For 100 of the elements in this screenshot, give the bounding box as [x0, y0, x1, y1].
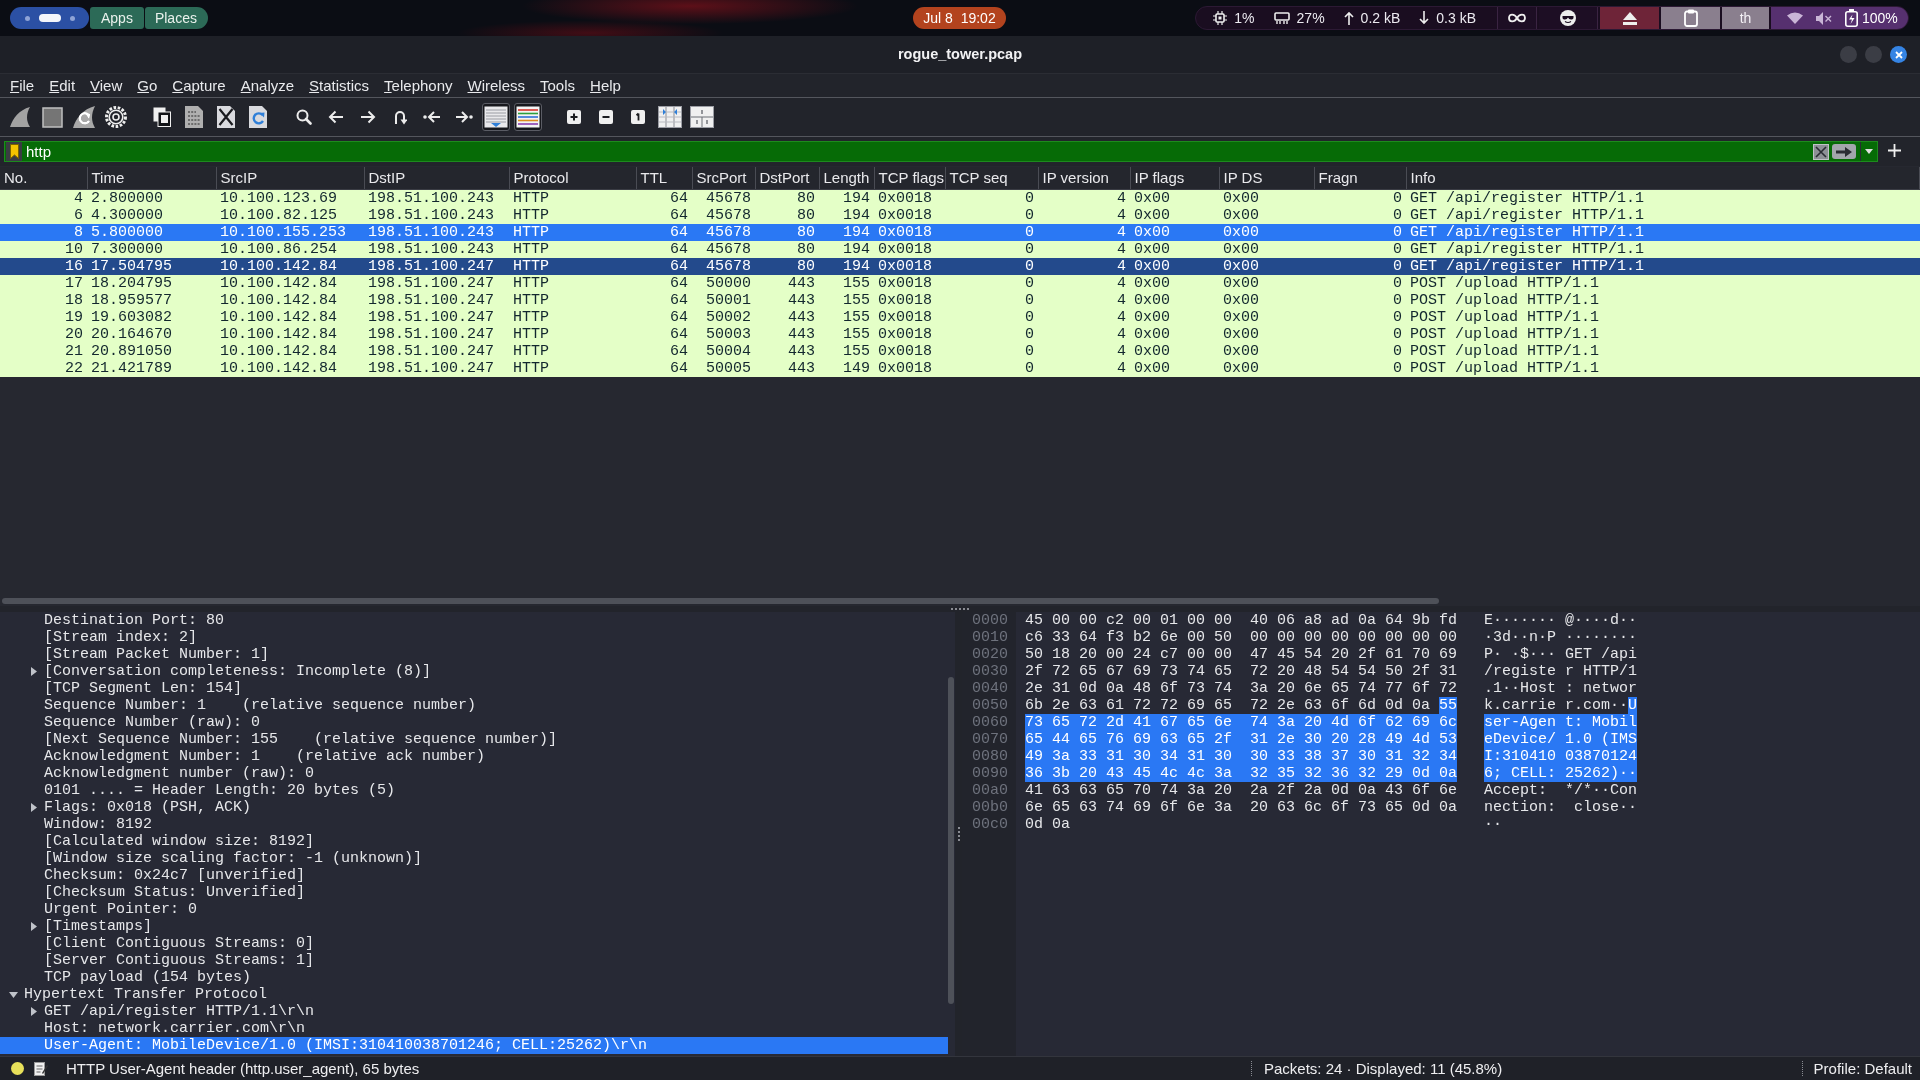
hex-offset: 0010 — [972, 629, 1008, 646]
close-icon — [1894, 50, 1903, 59]
tree-item[interactable]: Urgent Pointer: 0 — [0, 901, 948, 918]
tray-button[interactable] — [1600, 7, 1659, 29]
toolbar-button[interactable] — [688, 103, 716, 131]
tree-item[interactable]: Host: network.carrier.com\r\n — [0, 1020, 948, 1037]
notepad-pencil-icon[interactable] — [34, 1061, 48, 1076]
toolbar-button[interactable] — [482, 103, 510, 131]
tree-item[interactable]: [Checksum Status: Unverified] — [0, 884, 948, 901]
dotted-file-icon — [184, 105, 204, 129]
tree-item[interactable]: [Window size scaling factor: -1 (unknown)] — [0, 850, 948, 867]
clipboard-icon — [1683, 9, 1698, 27]
column-header[interactable]: TTL — [636, 167, 692, 189]
profile-label[interactable]: Profile: Default — [1813, 1059, 1912, 1078]
menu-item[interactable]: Statistics — [302, 74, 377, 97]
packet-count: Packets: 24 · Displayed: 11 (45.8%) — [1264, 1059, 1503, 1078]
menu-item[interactable]: Tools — [533, 74, 583, 97]
column-header[interactable]: Fragn — [1314, 167, 1406, 189]
column-header[interactable]: Protocol — [509, 167, 636, 189]
column-header[interactable]: Info — [1406, 167, 1920, 189]
tray-button[interactable] — [1497, 7, 1537, 29]
tree-item[interactable]: [Next Sequence Number: 155 (relative sequence number)] — [0, 731, 948, 748]
launcher-button[interactable]: Apps — [90, 7, 144, 29]
column-header[interactable]: SrcPort — [692, 167, 755, 189]
search-icon — [296, 109, 312, 125]
hex-bytes: 50 18 20 00 24 c7 00 00 47 45 54 20 2f 61 70 69 — [1025, 646, 1458, 663]
column-header[interactable]: DstPort — [755, 167, 819, 189]
workspace-indicator[interactable] — [24, 15, 30, 21]
tree-item[interactable]: 0101 .... = Header Length: 20 bytes (5) — [0, 782, 948, 799]
caret-down-icon[interactable] — [9, 991, 18, 998]
add-filter-button[interactable] — [1888, 144, 1901, 157]
workspace-indicator[interactable] — [38, 14, 61, 22]
tree-item[interactable]: [Stream Packet Number: 1] — [0, 646, 948, 663]
system-menu-button[interactable]: 100% — [1771, 7, 1908, 29]
menu-item[interactable]: File — [3, 74, 42, 97]
column-header[interactable]: No. — [0, 167, 87, 189]
tree-item[interactable]: Sequence Number: 1 (relative sequence number) — [0, 697, 948, 714]
monitor-value: 1% — [1234, 9, 1255, 27]
menu-item[interactable]: Capture — [165, 74, 233, 97]
tree-item[interactable]: Destination Port: 80 — [0, 612, 948, 629]
clock[interactable]: Jul 8 19:02 — [913, 7, 1006, 29]
apply-filter-button[interactable] — [1832, 144, 1856, 159]
close-button[interactable] — [1890, 46, 1907, 63]
tree-item[interactable]: [TCP Segment Len: 154] — [0, 680, 948, 697]
toolbar-button[interactable] — [102, 103, 130, 131]
tree-item[interactable]: [Client Contiguous Streams: 0] — [0, 935, 948, 952]
tree-item[interactable]: Flags: 0x018 (PSH, ACK) — [0, 799, 948, 816]
tree-item[interactable]: Hypertext Transfer Protocol — [0, 986, 948, 1003]
tree-item[interactable]: User-Agent: MobileDevice/1.0 (IMSI:310410038701246; CELL:25262)\r\n — [0, 1037, 948, 1054]
column-header[interactable]: IP DS — [1219, 167, 1314, 189]
x-box-icon — [1813, 143, 1829, 160]
window-title: rogue_tower.pcap — [897, 45, 1023, 64]
column-header[interactable]: IP version — [1038, 167, 1130, 189]
menu-item[interactable]: Telephony — [377, 74, 460, 97]
column-resize-icon — [658, 106, 682, 128]
tree-item[interactable]: Acknowledgment number (raw): 0 — [0, 765, 948, 782]
tree-item[interactable]: [Stream index: 2] — [0, 629, 948, 646]
menu-item[interactable]: Go — [130, 74, 165, 97]
menu-item[interactable]: View — [83, 74, 130, 97]
column-header[interactable]: DstIP — [364, 167, 509, 189]
toolbar-button[interactable] — [656, 103, 684, 131]
tree-item[interactable]: GET /api/register HTTP/1.1\r\n — [0, 1003, 948, 1020]
status-dot-icon[interactable] — [11, 1062, 24, 1075]
tree-item[interactable]: Acknowledgment Number: 1 (relative ack number) — [0, 748, 948, 765]
tree-item[interactable]: [Server Contiguous Streams: 1] — [0, 952, 948, 969]
tree-item[interactable]: TCP payload (154 bytes) — [0, 969, 948, 986]
caret-right-icon[interactable] — [31, 1007, 37, 1016]
workspace-switcher[interactable] — [10, 7, 89, 29]
workspace-indicator[interactable] — [69, 15, 75, 21]
menu-item[interactable]: Analyze — [233, 74, 302, 97]
grid-layout-icon — [690, 106, 714, 128]
caret-right-icon[interactable] — [31, 922, 37, 931]
tree-item[interactable]: [Calculated window size: 8192] — [0, 833, 948, 850]
column-header[interactable]: TCP seq — [945, 167, 1038, 189]
tree-item[interactable]: Window: 8192 — [0, 816, 948, 833]
column-header[interactable]: SrcIP — [216, 167, 364, 189]
tray-button[interactable] — [1539, 7, 1598, 29]
column-header[interactable]: IP flags — [1130, 167, 1219, 189]
grip-icon[interactable] — [957, 827, 960, 841]
launcher-button[interactable]: Places — [144, 7, 208, 29]
scrollbar-thumb[interactable] — [948, 677, 954, 1004]
tree-item[interactable]: [Timestamps] — [0, 918, 948, 935]
column-header[interactable]: Length — [819, 167, 874, 189]
column-header[interactable]: Time — [87, 167, 216, 189]
toolbar-button[interactable] — [514, 103, 542, 131]
caret-right-icon[interactable] — [31, 667, 37, 676]
scrollbar-thumb[interactable] — [2, 598, 1439, 604]
tree-item[interactable]: [Conversation completeness: Incomplete (8)] — [0, 663, 948, 680]
menu-item[interactable]: Wireless — [460, 74, 533, 97]
curved-arrow-icon — [393, 109, 407, 125]
monitor-value: 27% — [1296, 9, 1325, 27]
tree-item[interactable]: Checksum: 0x24c7 [unverified] — [0, 867, 948, 884]
caret-right-icon[interactable] — [31, 803, 37, 812]
tree-item[interactable]: Sequence Number (raw): 0 — [0, 714, 948, 731]
menu-item[interactable]: Help — [583, 74, 628, 97]
menu-item[interactable]: Edit — [42, 74, 83, 97]
column-header[interactable]: TCP flags — [874, 167, 945, 189]
clear-filter-button[interactable] — [1813, 143, 1829, 160]
bookmark-button[interactable] — [6, 142, 22, 161]
hex-bytes: 2e 31 0d 0a 48 6f 73 74 3a 20 6e 65 74 77 6f 72 — [1025, 680, 1458, 697]
